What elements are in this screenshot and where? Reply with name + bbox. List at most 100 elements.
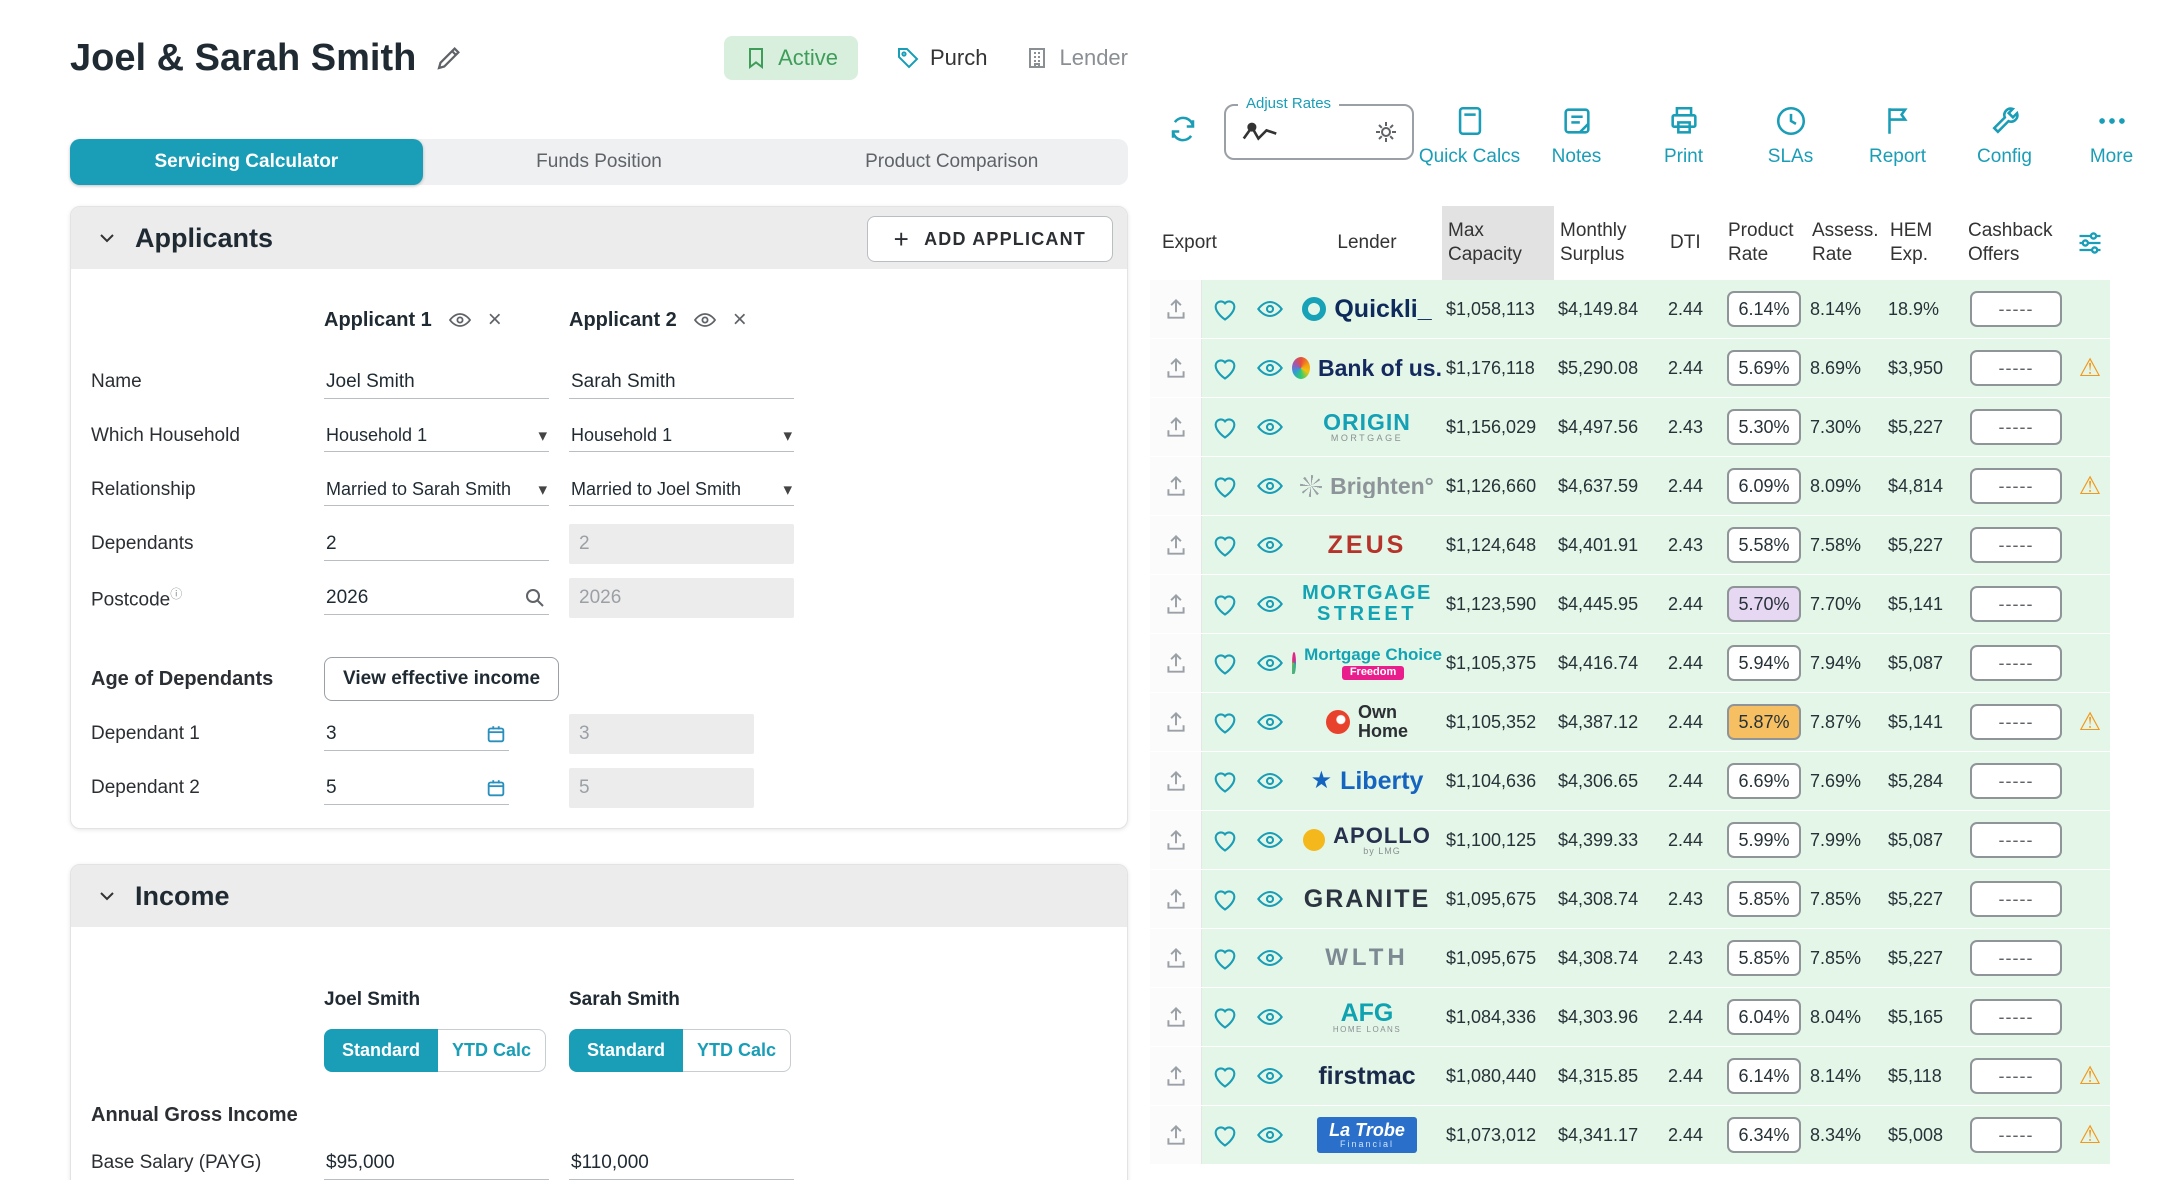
- relationship-select-applicant1[interactable]: Married to Sarah Smith▾: [324, 474, 549, 506]
- favourite-button[interactable]: [1211, 944, 1239, 972]
- ytd-calc-toggle[interactable]: YTD Calc: [683, 1029, 791, 1072]
- report-button[interactable]: Report: [1844, 98, 1951, 168]
- preview-button[interactable]: [1256, 531, 1284, 559]
- lender-logo[interactable]: GRANITE: [1292, 886, 1442, 912]
- preview-button[interactable]: [1256, 295, 1284, 323]
- export-upload-button[interactable]: [1163, 1122, 1189, 1148]
- name-input-applicant1[interactable]: [324, 366, 549, 399]
- cashback-chip[interactable]: -----: [1970, 645, 2062, 681]
- cashback-chip[interactable]: -----: [1970, 940, 2062, 976]
- income-section-header[interactable]: Income: [71, 865, 1127, 927]
- edit-title-button[interactable]: [434, 43, 464, 73]
- favourite-button[interactable]: [1211, 1062, 1239, 1090]
- print-button[interactable]: Print: [1630, 98, 1737, 168]
- quick-calcs-button[interactable]: Quick Calcs: [1416, 98, 1523, 168]
- lender-logo[interactable]: Own Home: [1292, 703, 1442, 741]
- lender-logo[interactable]: WLTH: [1292, 945, 1442, 970]
- export-upload-button[interactable]: [1163, 296, 1189, 322]
- adjust-settings-button[interactable]: [1374, 120, 1398, 144]
- badge-purchase[interactable]: Purch: [896, 45, 987, 71]
- export-upload-button[interactable]: [1163, 414, 1189, 440]
- refresh-button[interactable]: [1168, 114, 1198, 144]
- export-upload-button[interactable]: [1163, 473, 1189, 499]
- favourite-button[interactable]: [1211, 413, 1239, 441]
- preview-button[interactable]: [1256, 1062, 1284, 1090]
- export-upload-button[interactable]: [1163, 650, 1189, 676]
- base-salary-input-applicant2[interactable]: [569, 1147, 794, 1180]
- preview-button[interactable]: [1256, 649, 1284, 677]
- adjust-rates-control[interactable]: Adjust Rates: [1224, 104, 1414, 160]
- header-assess-rate[interactable]: Assess. Rate: [1806, 219, 1884, 267]
- tab-funds-position[interactable]: Funds Position: [423, 139, 776, 185]
- product-rate-chip[interactable]: 5.94%: [1727, 645, 1801, 681]
- cashback-chip[interactable]: -----: [1970, 1058, 2062, 1094]
- applicant2-remove-button[interactable]: ×: [733, 306, 747, 334]
- badge-lender[interactable]: Lender: [1025, 45, 1128, 71]
- product-rate-chip[interactable]: 5.30%: [1727, 409, 1801, 445]
- favourite-button[interactable]: [1211, 826, 1239, 854]
- cashback-chip[interactable]: -----: [1970, 291, 2062, 327]
- lender-logo[interactable]: Brighten°: [1292, 474, 1442, 498]
- lender-logo[interactable]: AFG HOME LOANS: [1292, 1000, 1442, 1035]
- favourite-button[interactable]: [1211, 531, 1239, 559]
- favourite-button[interactable]: [1211, 354, 1239, 382]
- preview-button[interactable]: [1256, 885, 1284, 913]
- product-rate-chip[interactable]: 6.69%: [1727, 763, 1801, 799]
- header-monthly-surplus[interactable]: Monthly Surplus: [1554, 219, 1664, 267]
- notes-button[interactable]: Notes: [1523, 98, 1630, 168]
- header-max-capacity[interactable]: Max Capacity: [1442, 206, 1554, 280]
- product-rate-chip[interactable]: 5.99%: [1727, 822, 1801, 858]
- preview-button[interactable]: [1256, 767, 1284, 795]
- household-select-applicant1[interactable]: Household 1▾: [324, 420, 549, 452]
- product-rate-chip[interactable]: 5.85%: [1727, 940, 1801, 976]
- product-rate-chip[interactable]: 5.87%: [1727, 704, 1801, 740]
- tab-product-comparison[interactable]: Product Comparison: [775, 139, 1128, 185]
- applicant1-remove-button[interactable]: ×: [488, 306, 502, 334]
- add-applicant-button[interactable]: + ADD APPLICANT: [867, 216, 1113, 262]
- cashback-chip[interactable]: -----: [1970, 822, 2062, 858]
- dependant2-age-input-applicant1[interactable]: [324, 772, 509, 805]
- preview-button[interactable]: [1256, 590, 1284, 618]
- product-rate-chip[interactable]: 6.34%: [1727, 1117, 1801, 1153]
- relationship-select-applicant2[interactable]: Married to Joel Smith▾: [569, 474, 794, 506]
- applicant1-view-button[interactable]: [448, 308, 472, 332]
- preview-button[interactable]: [1256, 413, 1284, 441]
- lender-logo[interactable]: ORIGIN MORTGAGE: [1292, 410, 1442, 444]
- lender-logo[interactable]: Bank of us.: [1292, 356, 1442, 380]
- lender-logo[interactable]: APOLLO by LMG: [1292, 824, 1442, 857]
- export-upload-button[interactable]: [1163, 1004, 1189, 1030]
- lender-logo[interactable]: Quickli_: [1292, 296, 1442, 322]
- lender-logo[interactable]: ZEUS: [1292, 532, 1442, 558]
- product-rate-chip[interactable]: 6.09%: [1727, 468, 1801, 504]
- calendar-icon-button[interactable]: [485, 777, 507, 799]
- slas-button[interactable]: SLAs: [1737, 98, 1844, 168]
- product-rate-chip[interactable]: 5.85%: [1727, 881, 1801, 917]
- favourite-button[interactable]: [1211, 295, 1239, 323]
- calendar-icon-button[interactable]: [485, 723, 507, 745]
- preview-button[interactable]: [1256, 472, 1284, 500]
- product-rate-chip[interactable]: 5.69%: [1727, 350, 1801, 386]
- preview-button[interactable]: [1256, 826, 1284, 854]
- header-product-rate[interactable]: Product Rate: [1722, 219, 1806, 267]
- household-select-applicant2[interactable]: Household 1▾: [569, 420, 794, 452]
- cashback-chip[interactable]: -----: [1970, 586, 2062, 622]
- lender-logo[interactable]: La Trobe Financial: [1292, 1117, 1442, 1153]
- favourite-button[interactable]: [1211, 767, 1239, 795]
- standard-toggle[interactable]: Standard: [324, 1029, 438, 1072]
- product-rate-chip[interactable]: 5.58%: [1727, 527, 1801, 563]
- export-upload-button[interactable]: [1163, 886, 1189, 912]
- export-upload-button[interactable]: [1163, 355, 1189, 381]
- postcode-search-button[interactable]: [523, 586, 547, 610]
- product-rate-chip[interactable]: 6.04%: [1727, 999, 1801, 1035]
- base-salary-input-applicant1[interactable]: [324, 1147, 549, 1180]
- cashback-chip[interactable]: -----: [1970, 763, 2062, 799]
- favourite-button[interactable]: [1211, 1121, 1239, 1149]
- favourite-button[interactable]: [1211, 885, 1239, 913]
- preview-button[interactable]: [1256, 944, 1284, 972]
- export-upload-button[interactable]: [1163, 1063, 1189, 1089]
- name-input-applicant2[interactable]: [569, 366, 794, 399]
- applicant2-view-button[interactable]: [693, 308, 717, 332]
- preview-button[interactable]: [1256, 354, 1284, 382]
- postcode-input-applicant1[interactable]: [324, 582, 549, 615]
- favourite-button[interactable]: [1211, 649, 1239, 677]
